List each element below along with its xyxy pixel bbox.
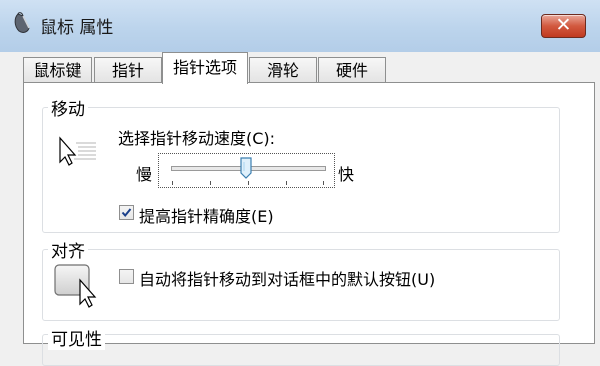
tab-buttons[interactable]: 鼠标键 <box>23 57 92 83</box>
close-icon: ✕ <box>555 14 572 36</box>
tab-pointer-options[interactable]: 指针选项 <box>162 52 248 84</box>
slider-tick <box>286 181 287 185</box>
enhance-precision-checkbox[interactable] <box>119 205 134 220</box>
slow-label: 慢 <box>136 165 153 184</box>
pointer-speed-label: 选择指针移动速度(C): <box>118 129 276 148</box>
mouse-icon <box>12 10 34 36</box>
visibility-group <box>42 334 560 366</box>
tab-label: 指针选项 <box>172 58 237 77</box>
snap-to-default-checkbox[interactable] <box>119 269 134 284</box>
tab-wheel[interactable]: 滑轮 <box>249 57 317 83</box>
tab-label: 鼠标键 <box>33 61 82 80</box>
checkmark-icon <box>121 208 132 218</box>
enhance-precision-label: 提高指针精确度(E) <box>139 207 274 226</box>
close-button[interactable]: ✕ <box>541 14 586 38</box>
slider-tick <box>210 181 211 185</box>
tab-label: 滑轮 <box>266 61 299 80</box>
slider-tick <box>323 181 324 185</box>
tab-hardware[interactable]: 硬件 <box>318 57 386 83</box>
snap-to-button-icon <box>54 264 104 316</box>
snap-to-default-label: 自动将指针移动到对话框中的默认按钮(U) <box>139 270 436 289</box>
tab-label: 硬件 <box>335 61 368 80</box>
pointer-speed-icon <box>56 136 100 172</box>
slider-tick <box>172 181 173 185</box>
title-bar: 鼠标 属性 ✕ <box>0 0 600 52</box>
slider-thumb[interactable] <box>240 157 252 183</box>
fast-label: 快 <box>338 165 355 184</box>
tab-pointers[interactable]: 指针 <box>94 57 162 83</box>
motion-group-label: 移动 <box>48 95 88 120</box>
window-title: 鼠标 属性 <box>40 18 114 38</box>
tab-label: 指针 <box>111 61 144 80</box>
snap-group-label: 对齐 <box>48 237 88 262</box>
